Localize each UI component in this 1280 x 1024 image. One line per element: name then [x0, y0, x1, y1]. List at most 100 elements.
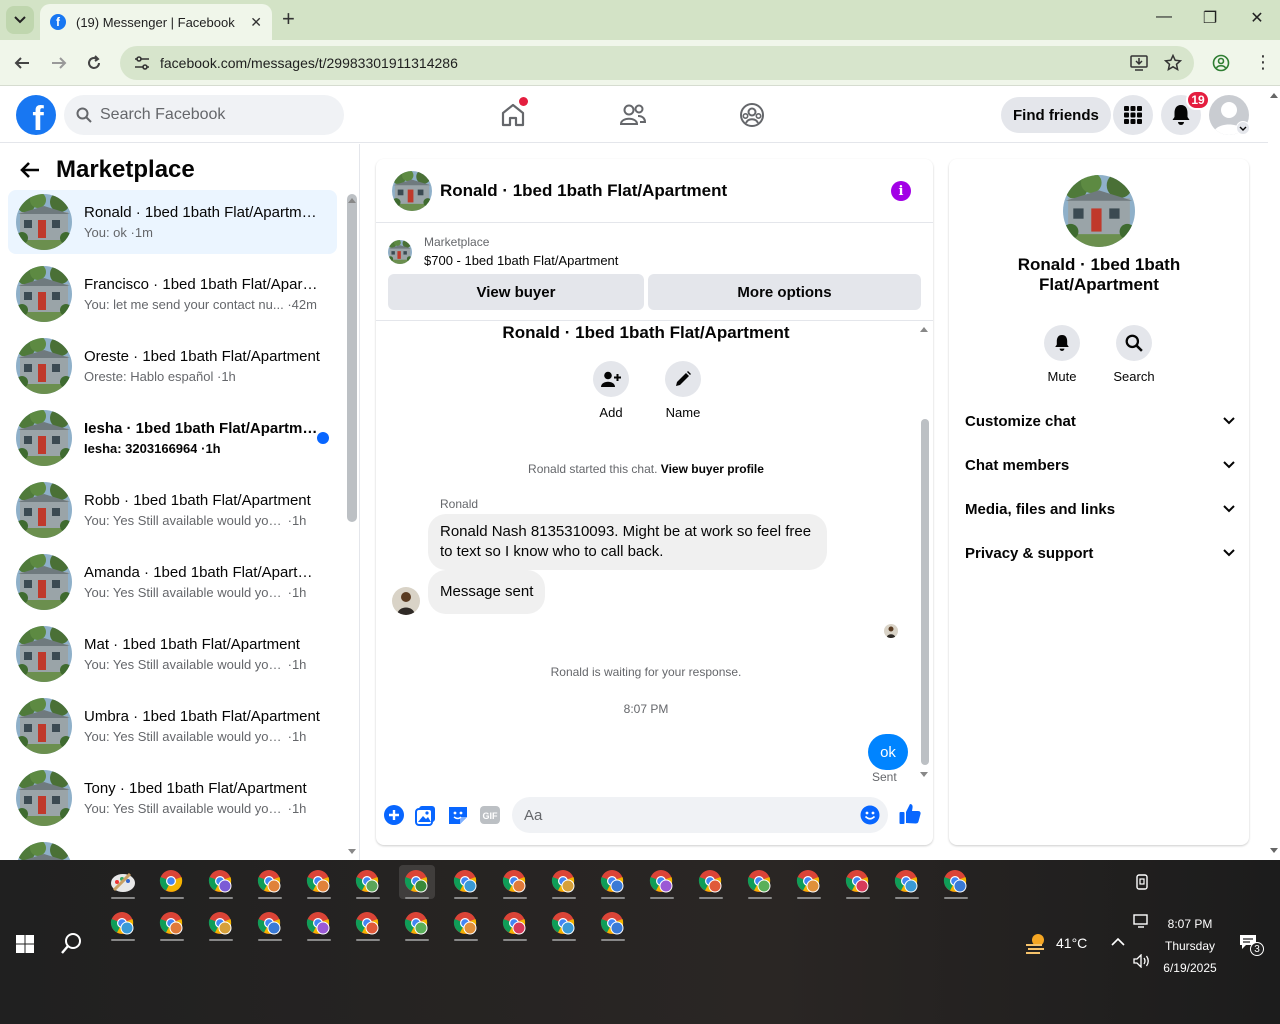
info-section-row[interactable]: Customize chat — [965, 401, 1235, 441]
chrome-app-icon[interactable] — [399, 907, 435, 941]
chat-header-name[interactable]: Ronald · 1bed 1bath Flat/Apartment — [440, 181, 727, 201]
chrome-app-icon[interactable] — [742, 865, 778, 899]
home-nav[interactable] — [497, 97, 529, 131]
chrome-app-icon[interactable] — [154, 907, 190, 941]
tab-search-button[interactable] — [6, 6, 34, 34]
chrome-app-icon[interactable] — [399, 865, 435, 899]
mute-action[interactable]: Mute — [1032, 325, 1092, 384]
conversation-item[interactable]: Umbra · 1bed 1bath Flat/Apartment You: Ye… — [8, 694, 337, 758]
bookmark-star-icon[interactable] — [1164, 54, 1182, 72]
info-icon[interactable]: i — [891, 181, 911, 201]
chrome-app-icon[interactable] — [203, 907, 239, 941]
network-icon[interactable] — [1133, 914, 1151, 928]
chrome-app-icon[interactable] — [840, 865, 876, 899]
chrome-app-icon[interactable] — [105, 907, 141, 941]
chat-scrollbar[interactable] — [921, 419, 929, 765]
chrome-app-icon[interactable] — [497, 907, 533, 941]
conversation-item[interactable]: Mat · 1bed 1bath Flat/Apartment You: Yes … — [8, 622, 337, 686]
chrome-app-icon[interactable] — [791, 865, 827, 899]
search-in-chat-action[interactable]: Search — [1104, 325, 1164, 384]
chrome-app-icon[interactable] — [938, 865, 974, 899]
listing-info[interactable]: Marketplace $700 - 1bed 1bath Flat/Apart… — [388, 235, 618, 268]
chrome-app-icon[interactable] — [448, 907, 484, 941]
menu-button[interactable] — [1113, 95, 1153, 135]
chrome-app-icon[interactable] — [252, 907, 288, 941]
conversation-item[interactable]: Ronald · 1bed 1bath Flat/Apartment You: o… — [8, 190, 337, 254]
chrome-app-icon[interactable] — [350, 865, 386, 899]
scroll-down-icon[interactable] — [1269, 847, 1279, 855]
contact-avatar[interactable] — [392, 170, 432, 211]
groups-nav[interactable] — [736, 99, 768, 131]
message-bubble[interactable]: Message sent — [428, 570, 546, 614]
minimize-button[interactable]: — — [1152, 8, 1176, 26]
chrome-app-icon[interactable] — [546, 865, 582, 899]
chrome-app-icon[interactable] — [497, 865, 533, 899]
like-thumb-icon[interactable] — [898, 802, 922, 826]
find-friends-button[interactable]: Find friends — [1001, 97, 1111, 133]
browser-menu-icon[interactable]: ⋮ — [1254, 52, 1272, 73]
more-actions-plus-icon[interactable] — [382, 803, 406, 827]
add-people-action[interactable]: Add — [581, 361, 641, 420]
system-clock[interactable]: 8:07 PM Thursday 6/19/2025 — [1150, 913, 1230, 979]
scroll-up-icon[interactable] — [1269, 91, 1279, 99]
chrome-app-icon[interactable] — [252, 865, 288, 899]
conversation-item[interactable]: Tony · 1bed 1bath Flat/Apartment — [8, 838, 337, 860]
volume-icon[interactable] — [1133, 954, 1151, 968]
back-button[interactable] — [9, 50, 35, 76]
chrome-app-icon[interactable] — [154, 865, 190, 899]
sender-avatar[interactable] — [392, 587, 420, 615]
info-section-row[interactable]: Chat members — [965, 445, 1235, 485]
scroll-down-icon[interactable] — [347, 848, 357, 856]
page-scrollbar[interactable] — [1268, 87, 1280, 860]
browser-tab[interactable]: f (19) Messenger | Facebook ✕ — [40, 4, 272, 40]
chrome-app-icon[interactable] — [350, 907, 386, 941]
address-bar[interactable]: facebook.com/messages/t/2998330191131428… — [120, 46, 1194, 80]
chrome-app-icon[interactable] — [693, 865, 729, 899]
conversation-item[interactable]: Robb · 1bed 1bath Flat/Apartment You: Yes… — [8, 478, 337, 542]
back-arrow-icon[interactable] — [20, 161, 40, 179]
scroll-up-icon[interactable] — [919, 325, 929, 333]
new-tab-button[interactable]: + — [282, 8, 295, 30]
message-bubble[interactable]: Ronald Nash 8135310093. Might be at work… — [428, 514, 827, 570]
info-section-row[interactable]: Privacy & support — [965, 533, 1235, 573]
scroll-down-icon[interactable] — [919, 771, 929, 779]
chrome-app-icon[interactable] — [595, 865, 631, 899]
more-options-button[interactable]: More options — [648, 274, 921, 310]
sticker-icon[interactable] — [446, 803, 470, 827]
chrome-app-icon[interactable] — [546, 907, 582, 941]
close-tab-icon[interactable]: ✕ — [250, 14, 262, 31]
chrome-app-icon[interactable] — [889, 865, 925, 899]
attach-photo-icon[interactable] — [414, 803, 438, 827]
reload-button[interactable] — [81, 50, 107, 76]
windows-start-icon[interactable] — [16, 935, 34, 953]
paint-app-icon[interactable] — [105, 865, 141, 899]
install-app-icon[interactable] — [1130, 55, 1148, 71]
gif-icon[interactable]: GIF — [478, 803, 502, 827]
forward-button[interactable] — [46, 50, 72, 76]
windows-search-icon[interactable] — [61, 932, 83, 954]
weather-widget[interactable]: 41°C — [1024, 932, 1087, 954]
chrome-app-icon[interactable] — [644, 865, 680, 899]
facebook-logo-icon[interactable]: f — [16, 95, 56, 135]
friends-nav[interactable] — [617, 99, 649, 131]
chrome-app-icon[interactable] — [448, 865, 484, 899]
chrome-app-icon[interactable] — [301, 907, 337, 941]
message-input[interactable] — [524, 805, 844, 825]
view-buyer-button[interactable]: View buyer — [388, 274, 644, 310]
close-window-button[interactable]: ✕ — [1245, 8, 1269, 28]
left-scrollbar[interactable] — [347, 194, 357, 522]
message-input-container[interactable] — [512, 797, 888, 833]
emoji-icon[interactable] — [860, 805, 880, 825]
chrome-app-icon[interactable] — [595, 907, 631, 941]
edit-name-action[interactable]: Name — [653, 361, 713, 420]
conversation-item[interactable]: Iesha · 1bed 1bath Flat/Apartment Iesha: … — [8, 406, 337, 470]
chevron-up-icon[interactable] — [1111, 937, 1125, 947]
profile-icon[interactable] — [1212, 54, 1230, 72]
chrome-app-icon[interactable] — [203, 865, 239, 899]
facebook-search-input[interactable] — [100, 106, 320, 124]
my-message-bubble[interactable]: ok — [868, 734, 908, 770]
contact-profile-photo[interactable] — [1063, 175, 1135, 247]
site-info-icon[interactable] — [134, 56, 150, 70]
chrome-app-icon[interactable] — [301, 865, 337, 899]
conversation-item[interactable]: Francisco · 1bed 1bath Flat/Apartment You… — [8, 262, 337, 326]
